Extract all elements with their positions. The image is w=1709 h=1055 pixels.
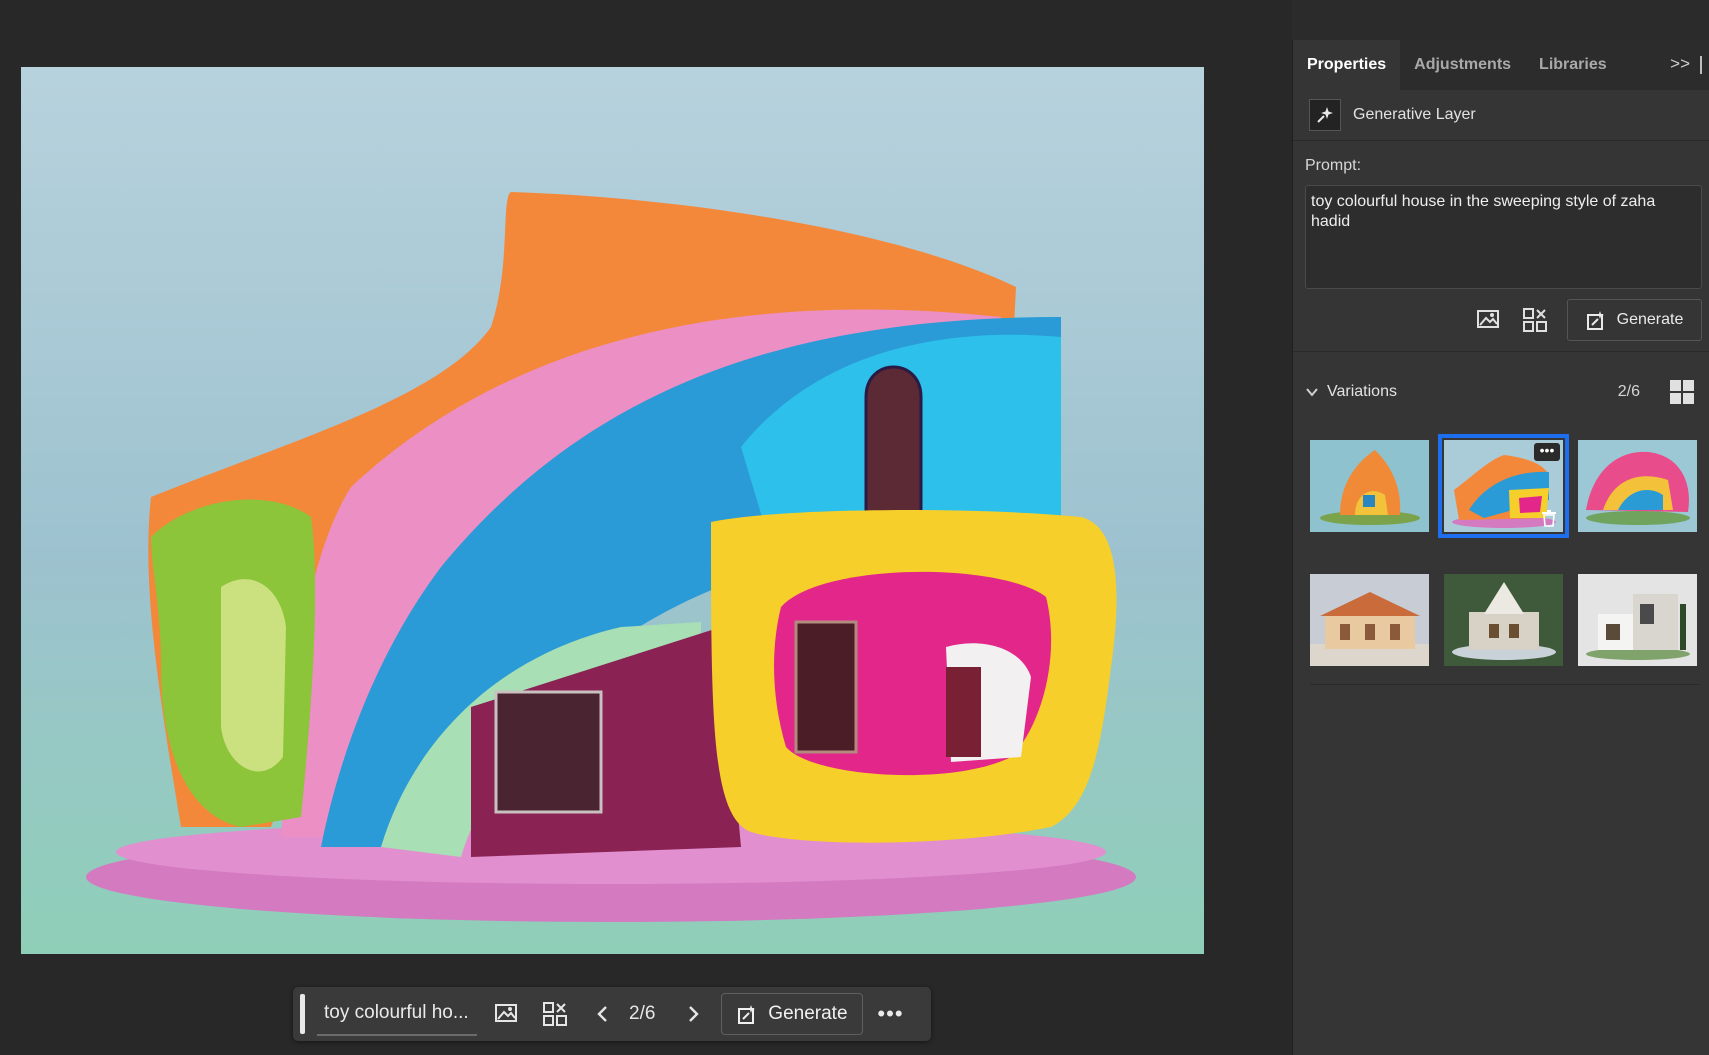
tab-adjustments[interactable]: Adjustments: [1400, 40, 1525, 90]
layer-header: Generative Layer: [1293, 90, 1709, 141]
reference-image-icon[interactable]: [1475, 306, 1503, 334]
trash-icon[interactable]: [1539, 508, 1559, 528]
prompt-actions: Generate: [1293, 289, 1709, 352]
chevron-down-icon[interactable]: [1305, 385, 1319, 399]
generate-icon: [738, 1005, 756, 1024]
style-reference-icon[interactable]: [537, 996, 573, 1032]
taskbar-generate-button[interactable]: Generate: [721, 993, 864, 1035]
variation-thumbnail[interactable]: [1310, 574, 1429, 666]
variation-thumbnail-selected[interactable]: •••: [1438, 434, 1569, 538]
variations-header[interactable]: Variations 2/6: [1293, 362, 1709, 422]
tab-libraries[interactable]: Libraries: [1525, 40, 1621, 90]
layer-name: Generative Layer: [1353, 106, 1476, 123]
style-reference-icon[interactable]: [1521, 306, 1549, 334]
variation-thumbnail[interactable]: [1578, 440, 1697, 532]
generate-icon: [1586, 311, 1604, 330]
taskbar-grip-handle[interactable]: [300, 994, 305, 1034]
variations-grid: •••: [1310, 434, 1700, 685]
canvas-area: toy colourful ho... 2/6 Generate •••: [0, 0, 1292, 1055]
previous-variation-icon[interactable]: [585, 996, 621, 1032]
taskbar-prompt-field[interactable]: toy colourful ho...: [317, 992, 477, 1036]
variations-title: Variations: [1327, 383, 1397, 400]
variation-thumbnail[interactable]: [1444, 574, 1563, 666]
generative-layer-icon: [1309, 99, 1341, 131]
variation-counter: 2/6: [629, 1003, 656, 1024]
prompt-label: Prompt:: [1305, 157, 1362, 174]
panel-tabs: Properties Adjustments Libraries >>: [1293, 40, 1709, 90]
more-options-icon[interactable]: •••: [877, 1001, 903, 1027]
reference-image-icon[interactable]: [489, 996, 525, 1032]
variations-count: 2/6: [1617, 383, 1640, 400]
variation-thumbnail[interactable]: [1578, 574, 1697, 666]
generated-image[interactable]: [21, 67, 1204, 954]
next-variation-icon[interactable]: [675, 996, 711, 1032]
tab-properties[interactable]: Properties: [1293, 40, 1401, 90]
prompt-textarea[interactable]: toy colourful house in the sweeping styl…: [1305, 185, 1702, 289]
variation-thumbnail[interactable]: [1310, 440, 1429, 532]
variation-more-icon[interactable]: •••: [1534, 443, 1560, 461]
panel-top-strip: [1292, 0, 1709, 40]
properties-panel: Properties Adjustments Libraries >> Gene…: [1292, 40, 1709, 1055]
panel-generate-label: Generate: [1616, 311, 1684, 328]
collapse-panels-icon[interactable]: >>: [1670, 54, 1690, 74]
taskbar-generate-label: Generate: [768, 1003, 848, 1024]
panel-generate-button[interactable]: Generate: [1567, 299, 1702, 341]
grid-view-icon[interactable]: [1668, 378, 1696, 406]
panel-menu-handle[interactable]: [1700, 56, 1702, 74]
contextual-taskbar: toy colourful ho... 2/6 Generate •••: [293, 987, 931, 1041]
